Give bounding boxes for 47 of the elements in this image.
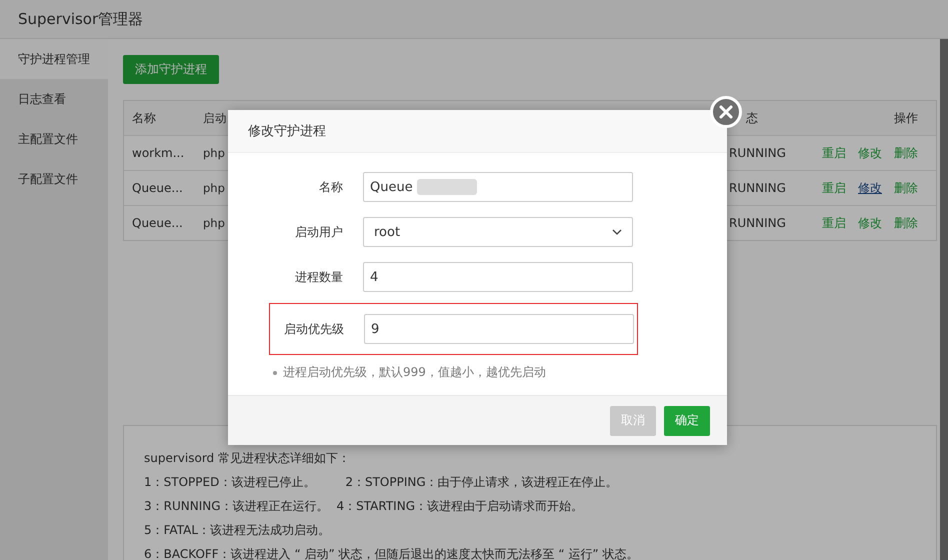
hint-text: 进程启动优先级，默认999，值越小，越优先启动 [283,364,546,381]
sidebar-item[interactable]: 主配置文件 [0,119,108,159]
table-cell-text: RUNNING [728,146,787,160]
table-cell-text: php [202,146,225,160]
table-cell-text: Queue... [131,216,184,230]
column-header: 态 [745,110,759,126]
column-header: 名称 [131,110,157,126]
info-text: 4：STARTING：该进程由于启动请求而开始。 [336,498,583,514]
action-link[interactable]: 修改 [858,214,882,232]
action-link[interactable]: 重启 [822,214,846,232]
input-field[interactable]: 4 [363,262,633,292]
add-button[interactable]: 添加守护进程 [123,55,219,84]
action-link[interactable]: 删除 [894,214,918,232]
sidebar-item[interactable]: 守护进程管理 [0,39,108,79]
sidebar-item[interactable]: 子配置文件 [0,159,108,199]
info-text: supervisord 常见进程状态详细如下： [144,450,350,466]
field-label: 启动用户 [294,224,343,240]
select-field[interactable]: root [363,217,633,247]
confirm-button[interactable]: 确定 [664,406,710,436]
table-cell-text: RUNNING [728,216,787,230]
field-label: 名称 [318,178,343,196]
column-header: 操作 [893,110,919,126]
field-label: 启动优先级 [283,320,344,338]
window-title: Supervisor管理器 [18,10,144,28]
action-link[interactable]: 删除 [894,144,918,162]
bullet-icon [273,370,277,374]
table-cell-text: php [202,181,225,195]
table-cell-text: RUNNING [728,181,787,195]
field-label: 进程数量 [294,268,343,286]
action-link[interactable]: 删除 [894,180,918,196]
info-text: 1：STOPPED：该进程已停止。 [144,474,316,490]
table-cell-text: workm... [131,146,186,160]
table-cell-text: php [202,216,225,230]
info-text: 6：BACKOFF：该进程进入 “ 启动” 状态，但随后退出的速度太快而无法移至 “ 运行” 状态。 [144,546,638,560]
chevron-down-icon [612,229,622,235]
action-link[interactable]: 重启 [822,144,846,162]
info-text: 5：FATAL：该进程无法成功启动。 [144,522,330,538]
info-text: 3：RUNNING：该进程正在运行。 [144,498,329,514]
action-link[interactable]: 重启 [822,180,846,196]
info-text: 2：STOPPING：由于停止请求，该进程正在停止。 [345,474,618,490]
action-link[interactable]: 修改 [858,144,882,162]
dialog-title: 修改守护进程 [248,123,326,140]
column-header: 启动 [202,110,227,126]
table-cell-text: Queue... [131,181,184,195]
action-link[interactable]: 修改 [858,180,882,196]
sidebar-item[interactable]: 日志查看 [0,79,108,119]
input-field[interactable]: 9 [364,314,634,344]
